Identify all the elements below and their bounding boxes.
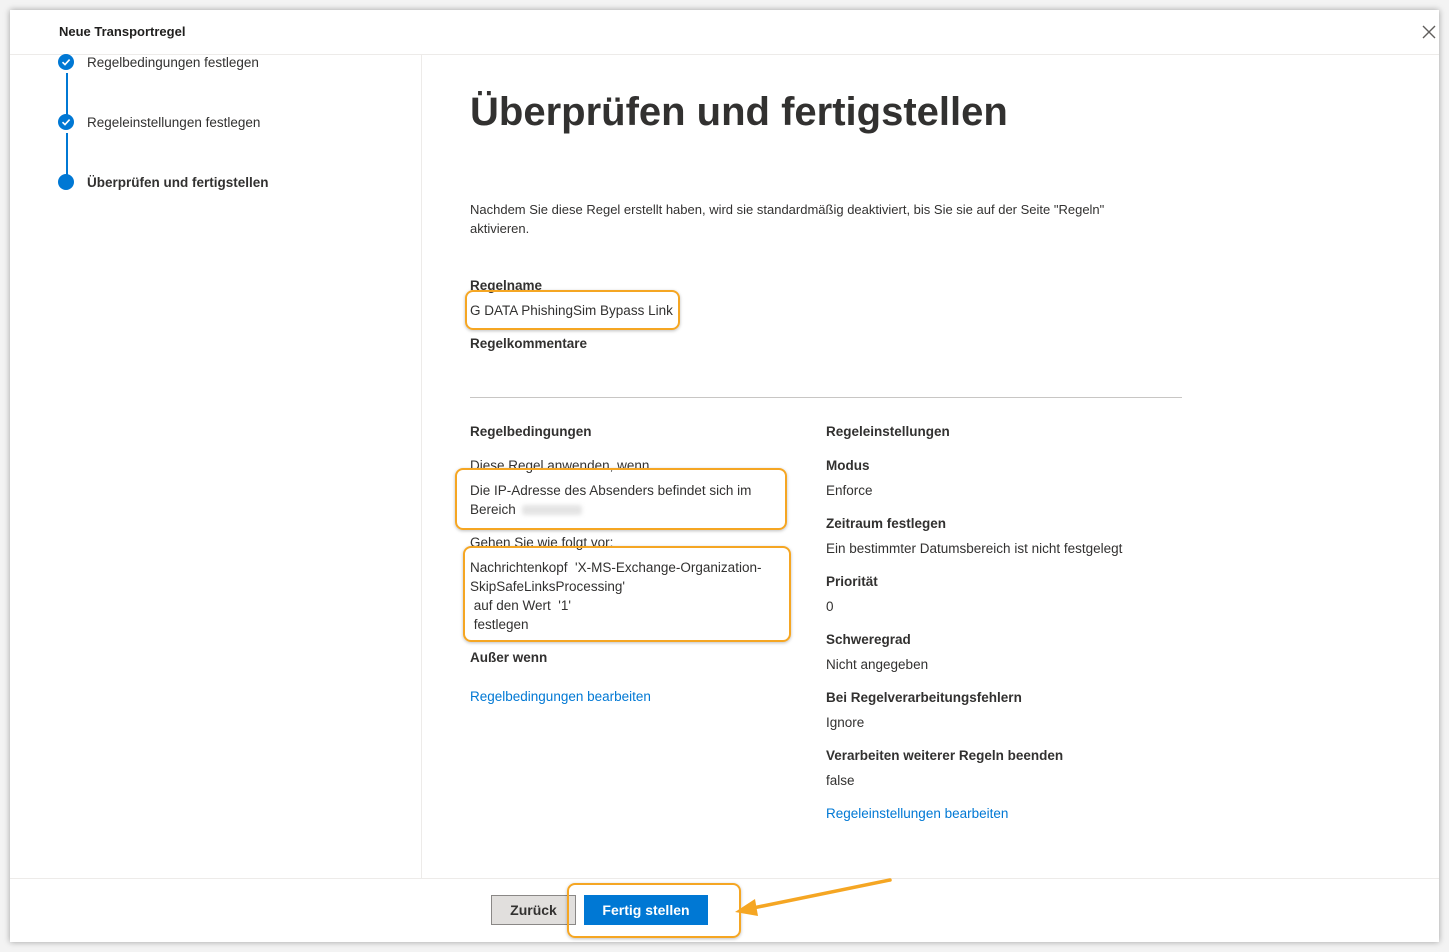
highlight-box — [463, 546, 791, 642]
severity-value: Nicht angegeben — [826, 657, 929, 672]
highlight-box — [567, 883, 741, 938]
stop-processing-value: false — [826, 773, 855, 788]
close-icon[interactable] — [1419, 22, 1439, 42]
mode-value: Enforce — [826, 483, 873, 498]
highlight-box — [455, 468, 787, 530]
step-label: Überprüfen und fertigstellen — [87, 174, 269, 190]
edit-conditions-link[interactable]: Regelbedingungen bearbeiten — [470, 689, 651, 704]
settings-section-title: Regeleinstellungen — [826, 424, 950, 439]
mode-label: Modus — [826, 458, 870, 473]
step-label: Regeleinstellungen festlegen — [87, 114, 261, 130]
step-navigation: Regelbedingungen festlegen Regeleinstell… — [10, 54, 422, 878]
highlight-box — [465, 290, 680, 330]
checkmark-icon — [58, 54, 74, 70]
step-connector — [66, 133, 68, 175]
conditions-section-title: Regelbedingungen — [470, 424, 592, 439]
step-rule-settings[interactable]: Regeleinstellungen festlegen — [58, 114, 260, 130]
severity-label: Schweregrad — [826, 632, 911, 647]
step-label: Regelbedingungen festlegen — [87, 54, 259, 70]
step-review-finish[interactable]: Überprüfen und fertigstellen — [58, 174, 269, 190]
filled-circle-icon — [58, 174, 74, 190]
priority-value: 0 — [826, 599, 834, 614]
arrow-icon — [735, 878, 892, 916]
step-connector — [66, 73, 68, 115]
errors-label: Bei Regelverarbeitungsfehlern — [826, 690, 1022, 705]
back-button[interactable]: Zurück — [491, 895, 576, 925]
priority-label: Priorität — [826, 574, 878, 589]
wizard-header: Neue Transportregel — [10, 10, 1439, 55]
checkmark-icon — [58, 114, 74, 130]
edit-settings-link[interactable]: Regeleinstellungen bearbeiten — [826, 806, 1008, 821]
intro-text: Nachdem Sie diese Regel erstellt haben, … — [470, 202, 1105, 236]
period-value: Ein bestimmter Datumsbereich ist nicht f… — [826, 541, 1123, 556]
step-rule-conditions[interactable]: Regelbedingungen festlegen — [58, 54, 259, 70]
stop-processing-label: Verarbeiten weiterer Regeln beenden — [826, 748, 1064, 763]
page-title: Überprüfen und fertigstellen — [470, 90, 1008, 134]
rule-comments-label: Regelkommentare — [470, 336, 588, 351]
errors-value: Ignore — [826, 715, 865, 730]
wizard-title: Neue Transportregel — [59, 24, 186, 39]
except-when-label: Außer wenn — [470, 650, 548, 665]
section-divider — [470, 397, 1182, 398]
wizard-panel: Neue Transportregel Regelbedingungen fes… — [10, 10, 1439, 942]
period-label: Zeitraum festlegen — [826, 516, 947, 531]
